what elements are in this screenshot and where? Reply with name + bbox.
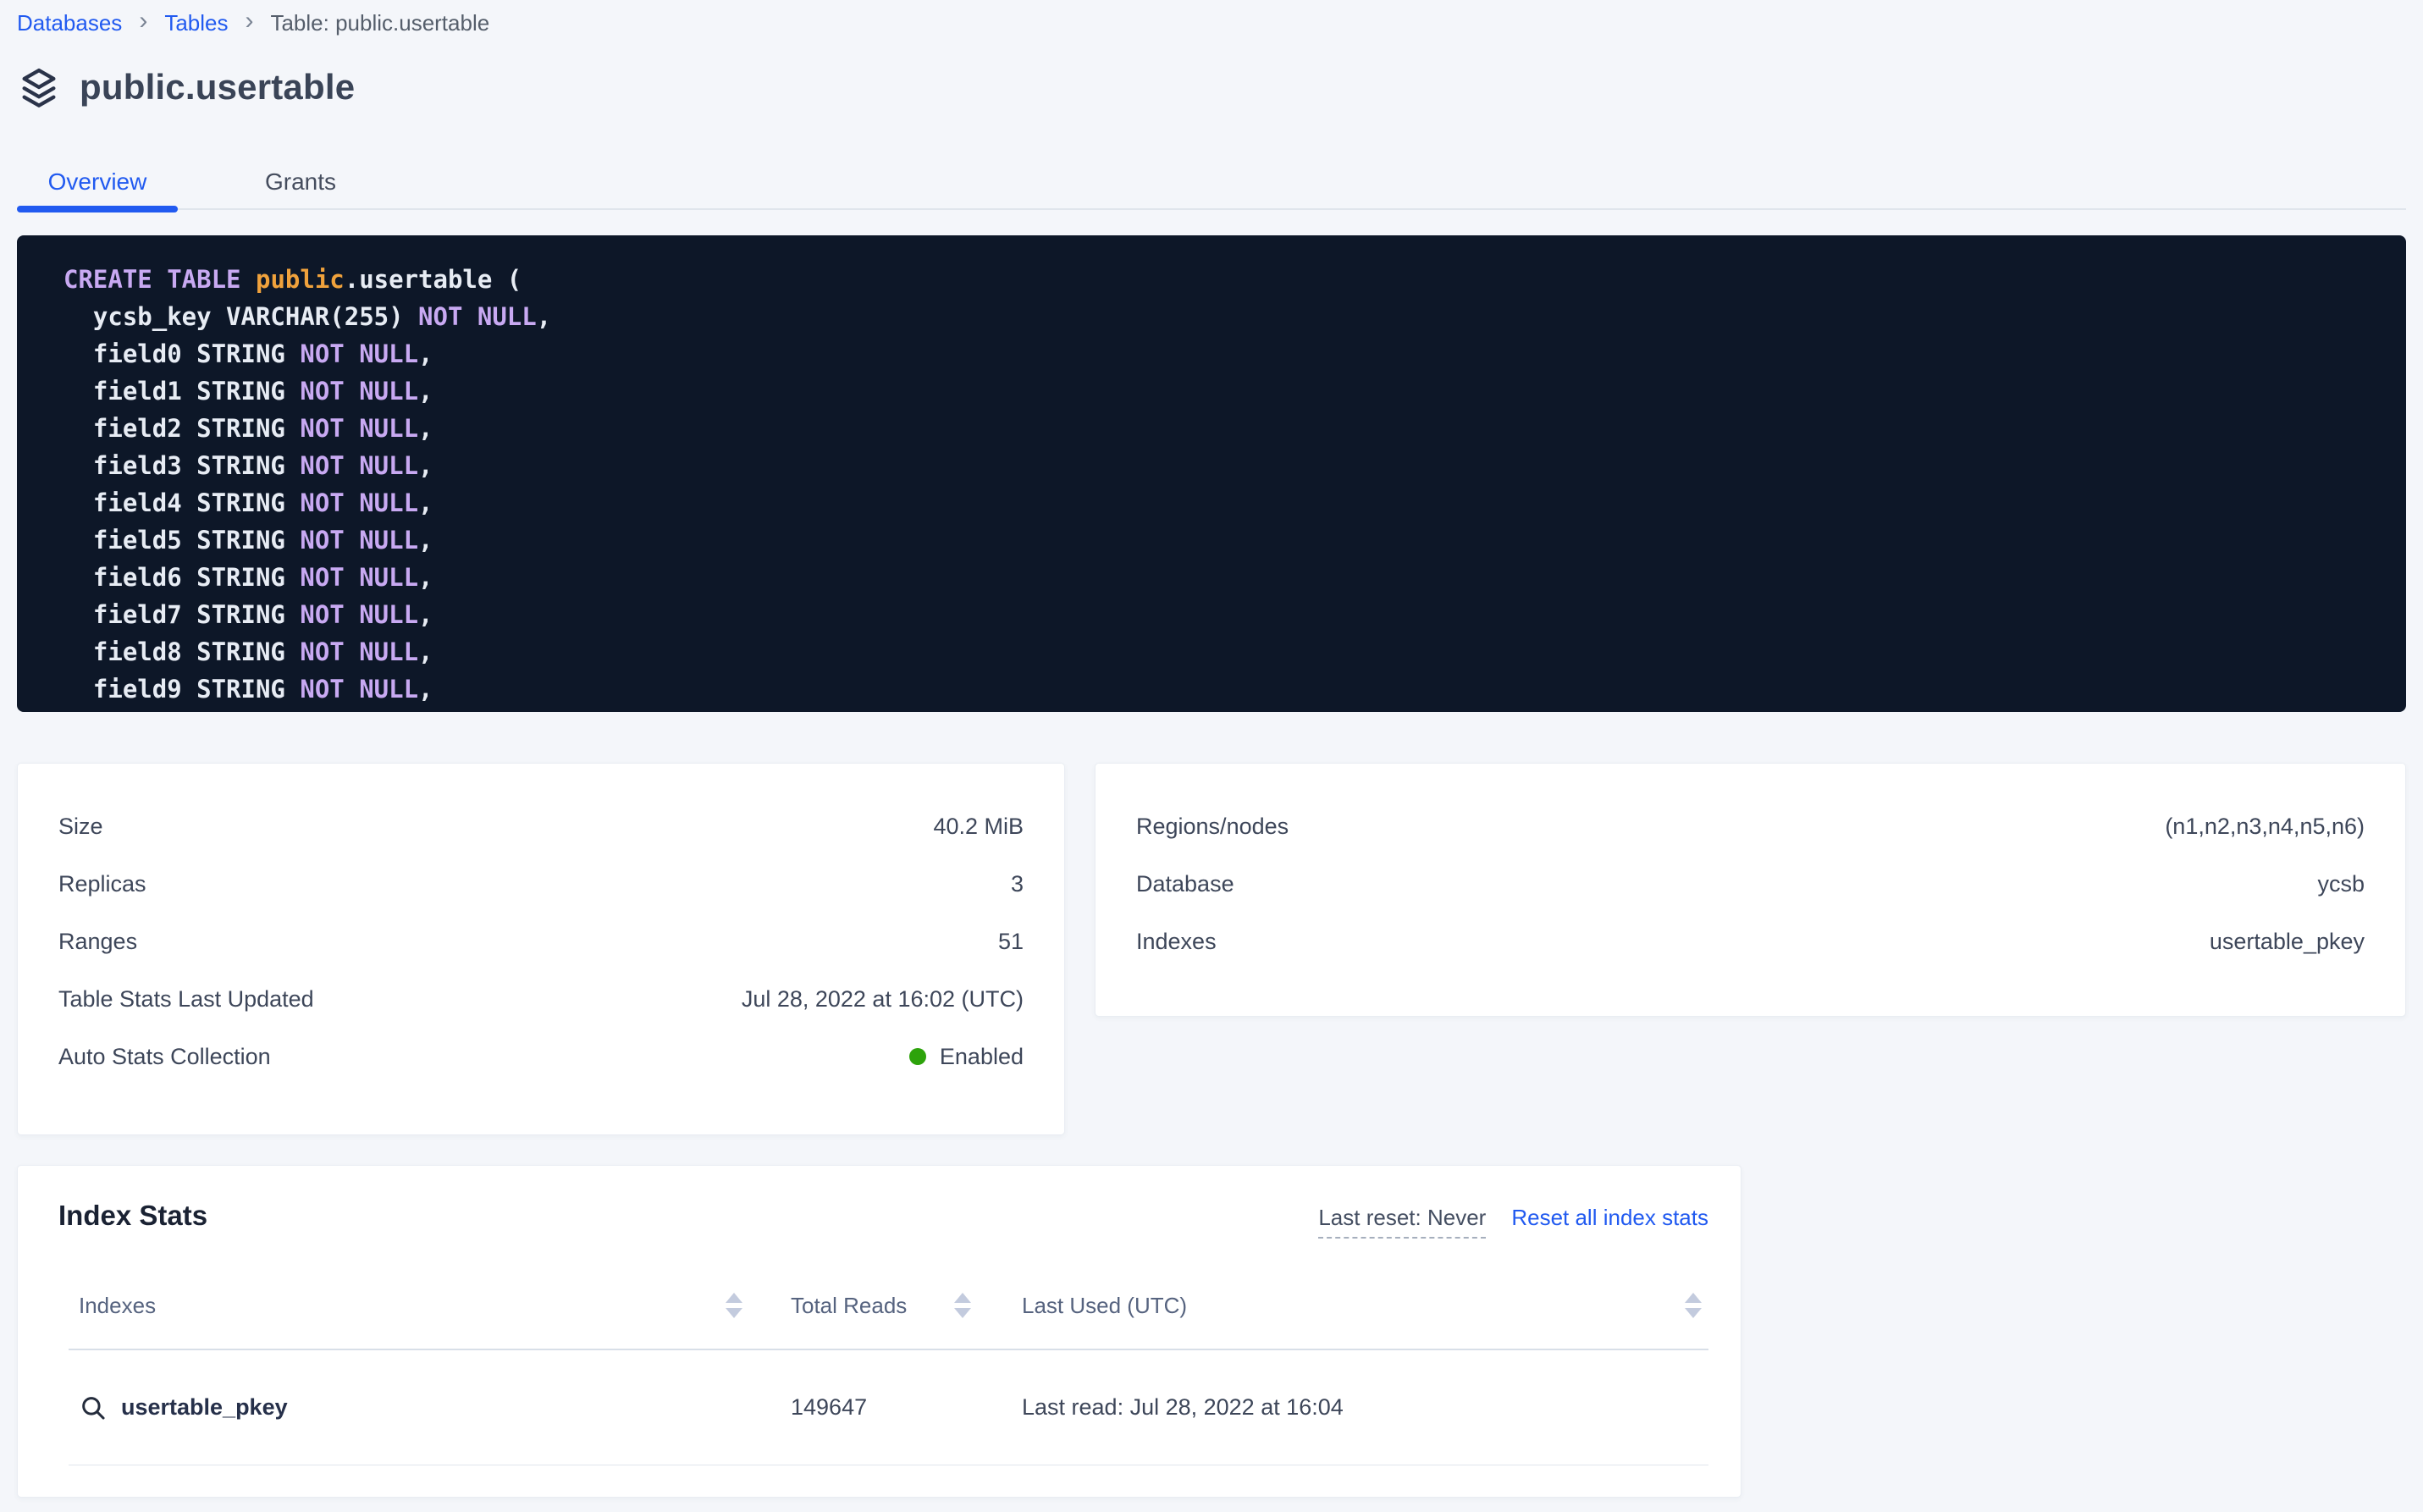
breadcrumb-current: Table: public.usertable xyxy=(270,10,489,36)
code-line: field4 STRING NOT NULL, xyxy=(63,484,2386,521)
detail-value-text: Jul 28, 2022 at 16:02 (UTC) xyxy=(742,986,1024,1013)
tab-grants[interactable]: Grants xyxy=(220,156,381,208)
reset-index-stats-link[interactable]: Reset all index stats xyxy=(1511,1205,1708,1231)
table-details-card: Size 40.2 MiB Replicas 3 Ranges 51 Table… xyxy=(17,763,1065,1135)
index-stats-row: usertable_pkey 149647 Last read: Jul 28,… xyxy=(69,1350,1708,1465)
page-header: public.usertable xyxy=(17,59,2406,115)
sort-up-icon xyxy=(1685,1293,1702,1303)
index-stats-header: Index Stats Last reset: Never Reset all … xyxy=(58,1200,1708,1239)
page-title: public.usertable xyxy=(80,67,355,108)
code-line: field0 STRING NOT NULL, xyxy=(63,335,2386,372)
database-details-card: Regions/nodes (n1,n2,n3,n4,n5,n6) Databa… xyxy=(1095,763,2406,1017)
column-header-label: Last Used (UTC) xyxy=(1022,1293,1187,1319)
index-name: usertable_pkey xyxy=(121,1394,288,1421)
detail-value: 51 xyxy=(998,929,1024,955)
detail-value-text: 3 xyxy=(1011,871,1024,897)
details-cards-row: Size 40.2 MiB Replicas 3 Ranges 51 Table… xyxy=(17,763,2406,1135)
detail-value: (n1,n2,n3,n4,n5,n6) xyxy=(2165,814,2365,840)
table-detail-page: Databases › Tables › Table: public.usert… xyxy=(0,0,2423,1498)
detail-label: Database xyxy=(1136,871,1234,897)
detail-value: 3 xyxy=(1011,871,1024,897)
detail-label: Regions/nodes xyxy=(1136,814,1289,840)
column-header[interactable]: Total Reads xyxy=(763,1293,991,1319)
code-line: field8 STRING NOT NULL, xyxy=(63,633,2386,670)
code-line: field5 STRING NOT NULL, xyxy=(63,521,2386,559)
detail-value: Enabled xyxy=(909,1044,1024,1070)
last-reset-label: Last reset: Never xyxy=(1318,1205,1486,1239)
column-header-label: Indexes xyxy=(79,1293,156,1319)
breadcrumb-link-tables[interactable]: Tables xyxy=(164,10,228,36)
detail-row: Table Stats Last Updated Jul 28, 2022 at… xyxy=(58,970,1024,1028)
create-statement-code-block: CREATE TABLE public.usertable ( ycsb_key… xyxy=(17,235,2406,712)
sort-down-icon xyxy=(954,1308,971,1318)
tab-overview[interactable]: Overview xyxy=(17,156,178,208)
detail-value-text: 40.2 MiB xyxy=(933,814,1024,840)
database-details-rows: Regions/nodes (n1,n2,n3,n4,n5,n6) Databa… xyxy=(1136,797,2365,970)
column-header[interactable]: Last Used (UTC) xyxy=(991,1293,1708,1319)
detail-label: Ranges xyxy=(58,929,137,955)
table-stack-icon xyxy=(17,65,61,109)
detail-row: Regions/nodes (n1,n2,n3,n4,n5,n6) xyxy=(1136,797,2365,855)
detail-value-text: usertable_pkey xyxy=(2210,929,2365,955)
chevron-right-icon: › xyxy=(245,8,253,34)
detail-row: Replicas 3 xyxy=(58,855,1024,913)
detail-value-text: 51 xyxy=(998,929,1024,955)
code-line: field1 STRING NOT NULL, xyxy=(63,372,2386,410)
index-stats-card: Index Stats Last reset: Never Reset all … xyxy=(17,1165,1741,1498)
index-stats-header-right: Last reset: Never Reset all index stats xyxy=(1318,1205,1708,1239)
sort-arrows-icon[interactable] xyxy=(1685,1293,1702,1318)
detail-value-text: Enabled xyxy=(940,1044,1024,1070)
column-header[interactable]: Indexes xyxy=(69,1293,763,1319)
code-line: CREATE TABLE public.usertable ( xyxy=(63,261,2386,298)
code-line: field7 STRING NOT NULL, xyxy=(63,596,2386,633)
column-header-label: Total Reads xyxy=(791,1293,907,1319)
sort-up-icon xyxy=(726,1293,742,1303)
sort-arrows-icon[interactable] xyxy=(954,1293,971,1318)
detail-value: usertable_pkey xyxy=(2210,929,2365,955)
index-name-cell[interactable]: usertable_pkey xyxy=(69,1393,763,1422)
code-line: field3 STRING NOT NULL, xyxy=(63,447,2386,484)
detail-row: Size 40.2 MiB xyxy=(58,797,1024,855)
code-line: field6 STRING NOT NULL, xyxy=(63,559,2386,596)
detail-label: Size xyxy=(58,814,103,840)
code-line: field9 STRING NOT NULL, xyxy=(63,670,2386,708)
detail-row: Ranges 51 xyxy=(58,913,1024,970)
detail-label: Replicas xyxy=(58,871,146,897)
code-line: field2 STRING NOT NULL, xyxy=(63,410,2386,447)
sort-up-icon xyxy=(954,1293,971,1303)
index-stats-table-header: Indexes Total Reads Last Used (UTC) xyxy=(69,1262,1708,1350)
magnifier-icon xyxy=(79,1393,108,1422)
index-stats-table: Indexes Total Reads Last Used (UTC) user… xyxy=(69,1262,1708,1465)
breadcrumb: Databases › Tables › Table: public.usert… xyxy=(17,0,2406,37)
detail-value: ycsb xyxy=(2317,871,2365,897)
code-line: ycsb_key VARCHAR(255) NOT NULL, xyxy=(63,298,2386,335)
chevron-right-icon: › xyxy=(139,8,147,34)
detail-value: Jul 28, 2022 at 16:02 (UTC) xyxy=(742,986,1024,1013)
index-stats-table-body: usertable_pkey 149647 Last read: Jul 28,… xyxy=(69,1350,1708,1465)
detail-value: 40.2 MiB xyxy=(933,814,1024,840)
detail-row: Database ycsb xyxy=(1136,855,2365,913)
sort-down-icon xyxy=(1685,1308,1702,1318)
last-used-cell: Last read: Jul 28, 2022 at 16:04 xyxy=(991,1394,1708,1421)
total-reads-cell: 149647 xyxy=(763,1394,991,1421)
detail-value-text: ycsb xyxy=(2317,871,2365,897)
breadcrumb-link-databases[interactable]: Databases xyxy=(17,10,122,36)
detail-value-text: (n1,n2,n3,n4,n5,n6) xyxy=(2165,814,2365,840)
detail-label: Indexes xyxy=(1136,929,1217,955)
table-details-rows: Size 40.2 MiB Replicas 3 Ranges 51 Table… xyxy=(58,797,1024,1085)
detail-row: Auto Stats Collection Enabled xyxy=(58,1028,1024,1085)
index-stats-title: Index Stats xyxy=(58,1200,207,1232)
sort-arrows-icon[interactable] xyxy=(726,1293,742,1318)
detail-row: Indexes usertable_pkey xyxy=(1136,913,2365,970)
sort-down-icon xyxy=(726,1308,742,1318)
detail-label: Table Stats Last Updated xyxy=(58,986,314,1013)
status-dot-icon xyxy=(909,1048,926,1065)
tabs-bar: Overview Grants xyxy=(17,156,2406,210)
detail-label: Auto Stats Collection xyxy=(58,1044,271,1070)
